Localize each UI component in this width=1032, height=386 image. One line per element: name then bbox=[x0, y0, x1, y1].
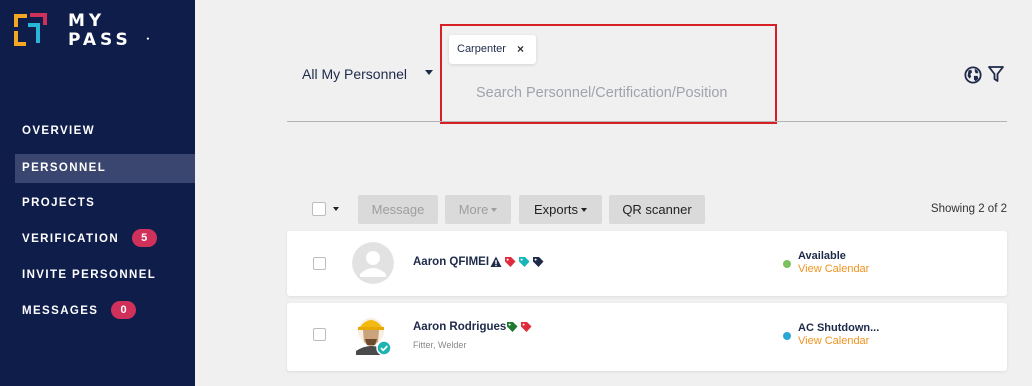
personnel-scope-dropdown[interactable]: All My Personnel bbox=[302, 66, 407, 82]
exports-button-label: Exports bbox=[533, 202, 579, 217]
avatar-placeholder-icon bbox=[352, 242, 394, 284]
sidebar: MY PASS • OVERVIEW PERSONNEL PROJECTS VE… bbox=[0, 0, 195, 386]
sidebar-item-label: PERSONNEL bbox=[22, 162, 107, 174]
red-tag-icon bbox=[521, 322, 532, 332]
sidebar-item-messages[interactable]: MESSAGES 0 bbox=[15, 297, 195, 326]
status-dot bbox=[783, 332, 791, 340]
navy-tag-icon bbox=[533, 257, 544, 267]
verification-count-badge: 5 bbox=[131, 228, 157, 247]
globe-icon[interactable] bbox=[964, 66, 982, 84]
logo-line-2: PASS bbox=[68, 30, 132, 50]
status-dot bbox=[783, 260, 791, 268]
worker-avatar-photo bbox=[356, 318, 392, 356]
sidebar-item-projects[interactable]: PROJECTS bbox=[15, 189, 195, 218]
chip-label: Carpenter bbox=[457, 43, 506, 55]
caret-down-icon bbox=[491, 207, 498, 212]
qr-scanner-button[interactable]: QR scanner bbox=[609, 195, 705, 224]
sidebar-item-label: OVERVIEW bbox=[22, 125, 95, 137]
green-tag-icon bbox=[507, 322, 518, 332]
assignment-status: AC Shutdown... bbox=[798, 322, 880, 334]
personnel-name[interactable]: Aaron Rodrigues bbox=[413, 321, 506, 333]
logo-line-1: MY bbox=[68, 11, 106, 31]
personnel-positions: Fitter, Welder bbox=[413, 340, 467, 350]
teal-tag-icon bbox=[519, 257, 530, 267]
certification-tags bbox=[506, 321, 532, 333]
sidebar-item-label: MESSAGES bbox=[22, 305, 99, 317]
showing-count: Showing 2 of 2 bbox=[930, 203, 1007, 215]
scope-dropdown-label: All My Personnel bbox=[302, 66, 408, 82]
logo-wordmark: MY PASS • bbox=[68, 11, 150, 50]
message-button[interactable]: Message bbox=[358, 195, 438, 224]
view-calendar-link[interactable]: View Calendar bbox=[798, 263, 869, 275]
qr-scanner-button-label: QR scanner bbox=[622, 202, 692, 217]
sidebar-item-overview[interactable]: OVERVIEW bbox=[15, 117, 195, 146]
sidebar-item-invite-personnel[interactable]: INVITE PERSONNEL bbox=[15, 261, 195, 290]
sidebar-item-label: VERIFICATION bbox=[22, 233, 120, 245]
filter-icon[interactable] bbox=[988, 66, 1004, 83]
mypass-logo-icon bbox=[14, 13, 47, 46]
exports-button[interactable]: Exports bbox=[519, 195, 602, 224]
personnel-name[interactable]: Aaron QFIMEI bbox=[413, 256, 489, 268]
search-input[interactable] bbox=[476, 82, 766, 104]
sidebar-item-verification[interactable]: VERIFICATION 5 bbox=[15, 225, 195, 254]
sidebar-item-label: INVITE PERSONNEL bbox=[22, 269, 157, 281]
personnel-card[interactable]: Aaron QFIMEI Available View Calendar bbox=[287, 231, 1007, 296]
logo-mark-dot: • bbox=[146, 36, 150, 43]
header-divider bbox=[287, 121, 1007, 122]
select-all-checkbox[interactable] bbox=[312, 202, 326, 216]
search-filter-chip: Carpenter × bbox=[449, 35, 536, 64]
more-button[interactable]: More bbox=[445, 195, 511, 224]
red-tag-icon bbox=[505, 257, 516, 267]
sidebar-item-label: PROJECTS bbox=[22, 197, 96, 209]
availability-status: Available bbox=[798, 250, 846, 262]
messages-count-badge: 0 bbox=[111, 300, 136, 319]
message-button-label: Message bbox=[371, 202, 425, 217]
chevron-down-icon[interactable] bbox=[425, 70, 433, 75]
personnel-card[interactable]: Aaron Rodrigues Fitter, Welder AC Shutdo… bbox=[287, 303, 1007, 371]
chevron-down-icon[interactable] bbox=[333, 207, 339, 211]
caret-down-icon bbox=[581, 207, 588, 212]
row-checkbox[interactable] bbox=[313, 257, 326, 270]
more-button-label: More bbox=[458, 202, 489, 217]
view-calendar-link[interactable]: View Calendar bbox=[798, 335, 869, 347]
close-icon[interactable]: × bbox=[517, 42, 524, 56]
warning-icon bbox=[490, 256, 502, 267]
certification-tags bbox=[490, 256, 544, 268]
row-checkbox[interactable] bbox=[313, 328, 326, 341]
sidebar-item-personnel[interactable]: PERSONNEL bbox=[15, 154, 195, 183]
